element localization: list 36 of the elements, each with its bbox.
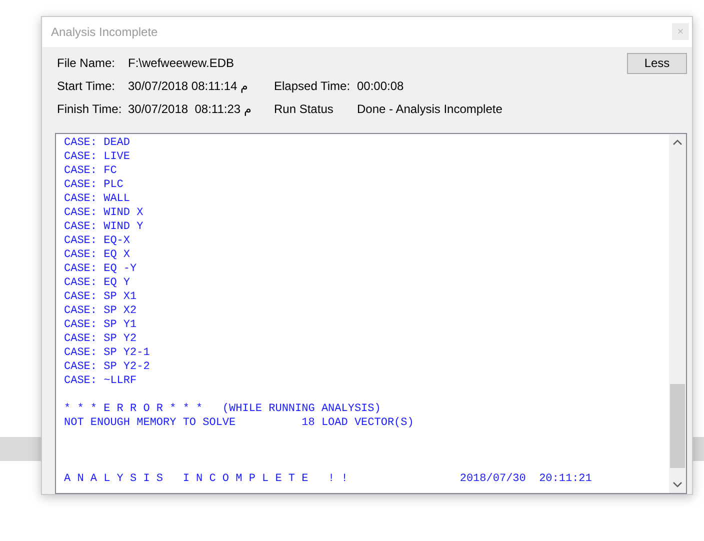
field-label: Start Time:: [57, 79, 116, 94]
field-label: Finish Time:: [57, 102, 123, 116]
log-line: CASE: DEAD: [64, 136, 132, 150]
window-title: Analysis Incomplete: [51, 24, 158, 39]
field-label: File Name:: [57, 56, 116, 70]
log-line: NOT ENOUGH MEMORY TO SOLVE 18 LOAD VECTOR(S): [64, 416, 415, 430]
log-timestamp: 2018/07/30 20:11:21: [460, 472, 592, 486]
field-label: Run Status: [274, 102, 334, 116]
log-line: CASE: EQ X: [64, 248, 132, 262]
log-line: CASE: SP X1: [64, 290, 138, 304]
log-line: CASE: PLC: [64, 178, 124, 192]
log-line: CASE: SP Y1: [64, 318, 138, 332]
field-value: 00:00:08: [357, 79, 405, 94]
field-value: F:\wefweewew.EDB: [128, 56, 236, 70]
log-line: CASE: SP Y2-1: [64, 346, 151, 360]
less-button[interactable]: Less: [627, 52, 687, 74]
log-line: CASE: WIND X: [64, 206, 144, 220]
log-line: CASE: WIND Y: [64, 220, 144, 234]
log-line: CASE: ~LLRF: [64, 374, 138, 388]
field-value: 30/07/2018 08:11:23 م: [128, 102, 252, 116]
log-line: CASE: SP X2: [64, 304, 138, 318]
log-line: CASE: EQ -Y: [64, 262, 138, 276]
log-line: CASE: SP Y2: [64, 332, 138, 346]
log-line: CASE: EQ Y: [64, 276, 132, 290]
log-line: CASE: FC: [64, 164, 118, 178]
log-line: * * * E R R O R * * * (WHILE RUNNING ANALYSIS): [64, 402, 382, 416]
field-value: Done - Analysis Incomplete: [357, 102, 502, 116]
log-line: CASE: EQ-X: [64, 234, 132, 248]
log-line: CASE: WALL: [64, 192, 132, 206]
field-label: Elapsed Time:: [274, 79, 352, 94]
log-line: CASE: LIVE: [64, 150, 132, 164]
field-value: 30/07/2018 08:11:14 م: [128, 79, 249, 94]
scroll-thumb[interactable]: [670, 384, 685, 468]
scrollbar[interactable]: [669, 134, 686, 493]
log-line: A N A L Y S I S I N C O M P L E T E ! !: [64, 472, 348, 486]
log-line: CASE: SP Y2-2: [64, 360, 151, 374]
